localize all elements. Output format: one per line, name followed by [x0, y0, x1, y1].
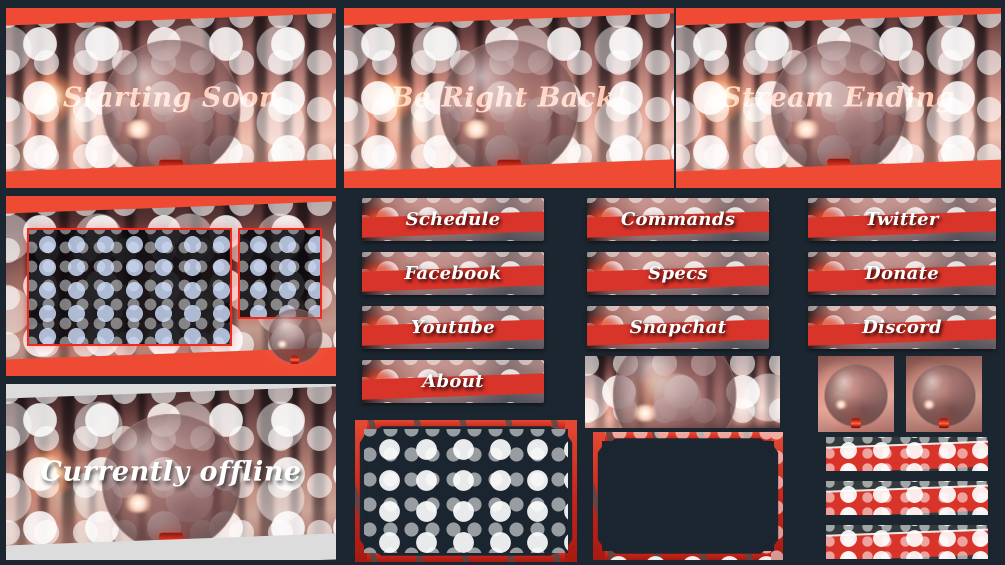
- star-particles: [364, 429, 568, 553]
- screen-title: Stream Ending: [721, 82, 956, 114]
- panel-button-twitter[interactable]: Twitter: [808, 198, 996, 241]
- panel-button-label: Twitter: [865, 209, 939, 230]
- panel-button-label: Snapchat: [629, 317, 727, 338]
- panel-button-facebook[interactable]: Facebook: [362, 252, 544, 295]
- crystal-ball-base: [290, 355, 300, 364]
- crystal-ball: [912, 363, 976, 428]
- screen-stream-ending[interactable]: Stream Ending: [676, 8, 1001, 188]
- webcam-frame-starry[interactable]: [355, 420, 577, 562]
- panel-button-donate[interactable]: Donate: [808, 252, 996, 295]
- panel-button-label: Specs: [648, 263, 708, 284]
- panel-button-schedule[interactable]: Schedule: [362, 198, 544, 241]
- panel-button-label: Facebook: [404, 263, 502, 284]
- webcam-capture-area[interactable]: [602, 441, 774, 551]
- winter-forest-scene: [585, 356, 780, 428]
- crystal-ball-base: [938, 418, 950, 428]
- panel-button-commands[interactable]: Commands: [587, 198, 769, 241]
- panel-button-label: Youtube: [411, 317, 495, 338]
- winter-forest-scene: [906, 356, 982, 432]
- main-capture-area[interactable]: [27, 228, 232, 346]
- panel-button-specs[interactable]: Specs: [587, 252, 769, 295]
- webcam-frame-plain[interactable]: [593, 432, 783, 560]
- crystal-ball-banner[interactable]: [585, 356, 780, 428]
- crystal-ball: [267, 308, 323, 364]
- webcam-capture-area[interactable]: [364, 429, 568, 553]
- snow-particles: [826, 437, 988, 471]
- snow-particles: [826, 481, 988, 515]
- snow-particles: [826, 525, 988, 559]
- panel-button-youtube[interactable]: Youtube: [362, 306, 544, 349]
- dust-particles: [29, 230, 230, 344]
- crystal-ball-avatar-2[interactable]: [906, 356, 982, 432]
- screen-currently-offline[interactable]: Currently offline: [6, 384, 336, 560]
- crystal-ball-avatar-1[interactable]: [818, 356, 894, 432]
- winter-forest-scene: [818, 356, 894, 432]
- strip-banner-1[interactable]: [826, 437, 988, 471]
- screen-title: Currently offline: [40, 456, 302, 488]
- panel-button-label: Donate: [865, 263, 939, 284]
- crystal-ball: [612, 356, 738, 428]
- screen-title: Be Right Back!: [390, 82, 628, 114]
- panel-button-label: Commands: [620, 209, 736, 230]
- screen-starting-soon[interactable]: Starting Soon: [6, 8, 336, 188]
- strip-banner-3[interactable]: [826, 525, 988, 559]
- panel-button-label: Schedule: [405, 209, 501, 230]
- panel-button-snapchat[interactable]: Snapchat: [587, 306, 769, 349]
- crystal-ball-base: [850, 418, 862, 428]
- screen-title: Starting Soon: [63, 82, 279, 114]
- stream-layout-overlay[interactable]: [6, 196, 336, 376]
- corner-crystal-ball: [260, 304, 330, 374]
- panel-button-about[interactable]: About: [362, 360, 544, 403]
- panel-button-discord[interactable]: Discord: [808, 306, 996, 349]
- screen-be-right-back[interactable]: Be Right Back!: [344, 8, 674, 188]
- panel-button-label: About: [422, 371, 484, 392]
- crystal-ball: [824, 363, 888, 428]
- strip-banner-2[interactable]: [826, 481, 988, 515]
- panel-button-label: Discord: [862, 317, 942, 338]
